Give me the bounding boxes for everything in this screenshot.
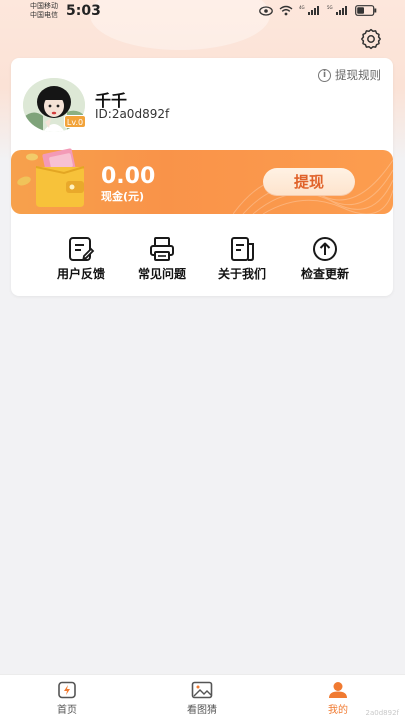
wifi-icon: [279, 5, 293, 16]
nav-mine-label: 我的: [328, 705, 348, 716]
level-badge: Lv.0: [64, 115, 86, 128]
status-icons: 4G 5G: [259, 5, 377, 16]
arrow-up-circle-icon: [313, 237, 337, 261]
nav-guess-picture-label: 看图猜: [187, 705, 217, 716]
carrier-info: 中国移动 中国电信: [30, 2, 58, 20]
user-icon: [329, 682, 347, 698]
cash-amount: 0.00: [101, 164, 156, 189]
check-update-label: 检查更新: [300, 267, 349, 281]
about-label: 关于我们: [217, 267, 266, 281]
status-bar: 中国移动 中国电信 5:03 4G 5G: [0, 0, 405, 24]
withdraw-rules-label: 提现规则: [335, 68, 381, 82]
nav-guess-picture[interactable]: 看图猜: [172, 681, 232, 716]
faq-label: 常见问题: [137, 267, 186, 281]
signal-tag-2: 5G: [327, 5, 333, 10]
signal-tag-1: 4G: [299, 5, 305, 10]
withdraw-rules-link[interactable]: i 提现规则: [318, 67, 381, 83]
home-icon: [58, 681, 76, 699]
feedback-action[interactable]: 用户反馈: [46, 236, 116, 282]
eye-icon: [259, 5, 273, 16]
watermark-text: 2a0d892f: [365, 709, 399, 717]
picture-icon: [191, 681, 213, 699]
nav-home[interactable]: 首页: [37, 681, 97, 716]
user-id: ID:2a0d892f: [95, 107, 170, 121]
about-action[interactable]: 关于我们: [207, 236, 277, 282]
nav-mine[interactable]: 我的: [308, 681, 368, 716]
feedback-label: 用户反馈: [56, 267, 105, 281]
gear-icon: [361, 28, 381, 50]
faq-action[interactable]: 常见问题: [127, 236, 197, 282]
printer-icon: [150, 237, 174, 261]
nav-home-label: 首页: [57, 705, 77, 716]
battery-icon: [355, 5, 377, 16]
check-update-action[interactable]: 检查更新: [290, 236, 360, 282]
info-icon: i: [318, 68, 331, 82]
cash-label: 现金(元): [101, 190, 145, 203]
signal-icon: 4G: [299, 5, 319, 15]
carrier-2: 中国电信: [30, 11, 58, 19]
wallet-icon: [17, 148, 85, 207]
quick-actions: 用户反馈 常见问题 关于我们 检查更新: [11, 236, 393, 282]
bottom-nav: 首页 看图猜 我的: [0, 674, 405, 720]
signal-icon: 5G: [327, 5, 347, 15]
document-icon: [231, 237, 254, 261]
settings-button[interactable]: [360, 28, 382, 50]
withdraw-button[interactable]: 提现: [263, 168, 355, 196]
status-time: 5:03: [66, 3, 101, 19]
feedback-icon: [69, 237, 95, 261]
carrier-1: 中国移动: [30, 2, 58, 10]
